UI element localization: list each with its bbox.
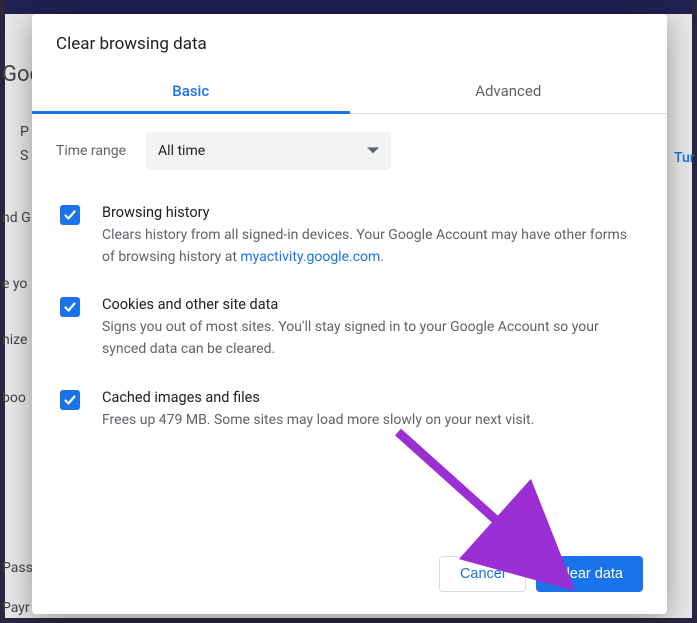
time-range-row: Time range All time	[56, 132, 643, 170]
chevron-down-icon	[367, 145, 379, 157]
option-description: Frees up 479 MB. Some sites may load mor…	[102, 410, 643, 432]
tab-basic[interactable]: Basic	[32, 68, 350, 113]
option-title: Cached images and files	[102, 389, 643, 406]
dialog-content: Time range All time Browsing history Cle…	[32, 114, 667, 540]
dialog-tabs: Basic Advanced	[32, 68, 667, 114]
clear-browsing-data-dialog: Clear browsing data Basic Advanced Time …	[32, 14, 667, 614]
dialog-actions: Cancel Clear data	[32, 540, 667, 614]
time-range-select[interactable]: All time	[146, 132, 391, 170]
cancel-button[interactable]: Cancel	[439, 556, 526, 592]
check-icon	[63, 393, 77, 407]
option-description: Signs you out of most sites. You'll stay…	[102, 317, 643, 360]
browser-top-bar	[5, 0, 692, 14]
check-icon	[63, 300, 77, 314]
option-title: Browsing history	[102, 204, 643, 221]
option-cache: Cached images and files Frees up 479 MB.…	[56, 389, 643, 432]
tab-advanced[interactable]: Advanced	[350, 68, 668, 113]
myactivity-link[interactable]: myactivity.google.com	[240, 249, 380, 265]
time-range-value: All time	[158, 143, 205, 159]
clear-data-button[interactable]: Clear data	[536, 556, 643, 592]
time-range-label: Time range	[56, 143, 126, 159]
checkbox-cookies[interactable]	[60, 297, 80, 317]
checkbox-cache[interactable]	[60, 390, 80, 410]
option-browsing-history: Browsing history Clears history from all…	[56, 204, 643, 268]
dialog-title: Clear browsing data	[32, 14, 667, 68]
option-title: Cookies and other site data	[102, 296, 643, 313]
option-description: Clears history from all signed-in device…	[102, 225, 643, 268]
checkbox-browsing-history[interactable]	[60, 205, 80, 225]
option-cookies: Cookies and other site data Signs you ou…	[56, 296, 643, 360]
check-icon	[63, 208, 77, 222]
